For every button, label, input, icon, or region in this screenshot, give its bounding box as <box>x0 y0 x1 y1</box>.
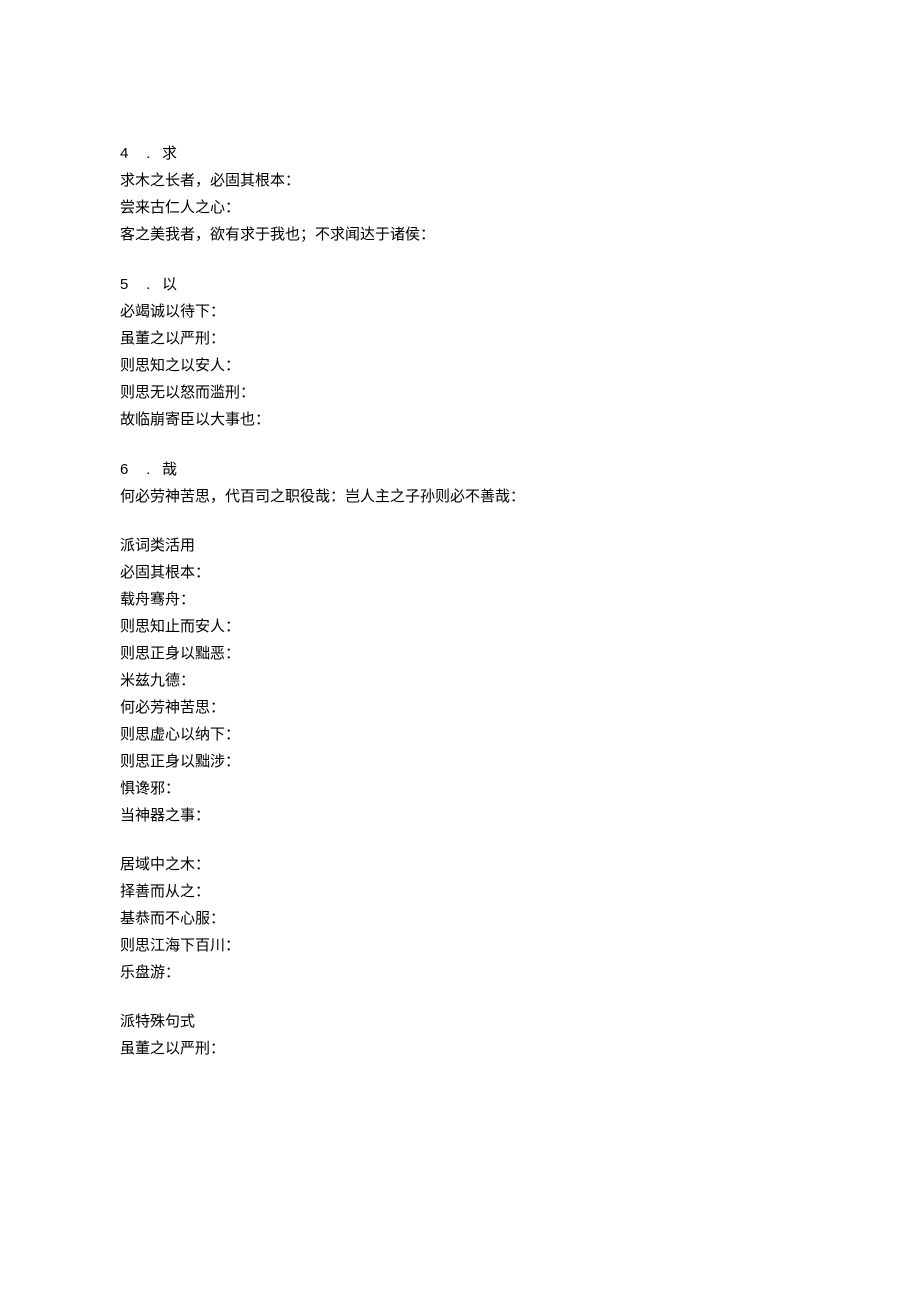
text-line: 何必芳神苦思： <box>120 698 800 719</box>
text-line: 载舟骞舟： <box>120 590 800 611</box>
section-title: 哉 <box>162 462 177 478</box>
document-page: 4 . 求 求木之长者，必固其根本： 尝来古仁人之心： 客之美我者，欲有求于我也… <box>0 0 920 1126</box>
text-line: 则思正身以黜恶： <box>120 644 800 665</box>
text-line: 客之美我者，欲有求于我也；不求闻达于诸侯： <box>120 225 800 246</box>
text-line: 派特殊句式 <box>120 1012 800 1033</box>
text-line: 乐盘游： <box>120 963 800 984</box>
text-line: 则思无以怒而滥刑： <box>120 383 800 404</box>
text-line: 尝来古仁人之心： <box>120 198 800 219</box>
text-line: 基恭而不心服： <box>120 909 800 930</box>
text-line: 惧谗邪： <box>120 779 800 800</box>
section-dot: . <box>146 145 150 162</box>
text-line: 则思江海下百川： <box>120 936 800 957</box>
text-line: 故临崩寄臣以大事也： <box>120 410 800 431</box>
section-number: 4 <box>120 145 128 162</box>
block-special-sentences: 派特殊句式 虽董之以严刑： <box>120 1012 800 1060</box>
text-line: 米兹九德： <box>120 671 800 692</box>
text-line: 当神器之事： <box>120 806 800 827</box>
section-6-head: 6 . 哉 <box>120 459 800 481</box>
text-line: 虽董之以严刑： <box>120 1039 800 1060</box>
section-title: 求 <box>162 146 177 162</box>
section-number: 5 <box>120 276 128 293</box>
text-line: 则思虚心以纳下： <box>120 725 800 746</box>
section-4-head: 4 . 求 <box>120 143 800 165</box>
text-line: 则思知之以安人： <box>120 356 800 377</box>
section-title: 以 <box>162 277 177 293</box>
text-line: 何必劳神苦思，代百司之职役哉：岂人主之子孙则必不善哉： <box>120 487 800 508</box>
section-dot: . <box>146 461 150 478</box>
block-word-usage: 派词类活用 必固其根本： 载舟骞舟： 则思知止而安人： 则思正身以黜恶： 米兹九… <box>120 536 800 827</box>
text-line: 必固其根本： <box>120 563 800 584</box>
text-line: 居域中之木： <box>120 855 800 876</box>
text-line: 择善而从之： <box>120 882 800 903</box>
section-dot: . <box>146 276 150 293</box>
text-line: 求木之长者，必固其根本： <box>120 171 800 192</box>
text-line: 虽董之以严刑： <box>120 329 800 350</box>
section-number: 6 <box>120 461 128 478</box>
text-line: 必竭诚以待下： <box>120 302 800 323</box>
block-examples: 居域中之木： 择善而从之： 基恭而不心服： 则思江海下百川： 乐盘游： <box>120 855 800 984</box>
text-line: 则思正身以黜涉： <box>120 752 800 773</box>
text-line: 则思知止而安人： <box>120 617 800 638</box>
section-5-head: 5 . 以 <box>120 274 800 296</box>
text-line: 派词类活用 <box>120 536 800 557</box>
